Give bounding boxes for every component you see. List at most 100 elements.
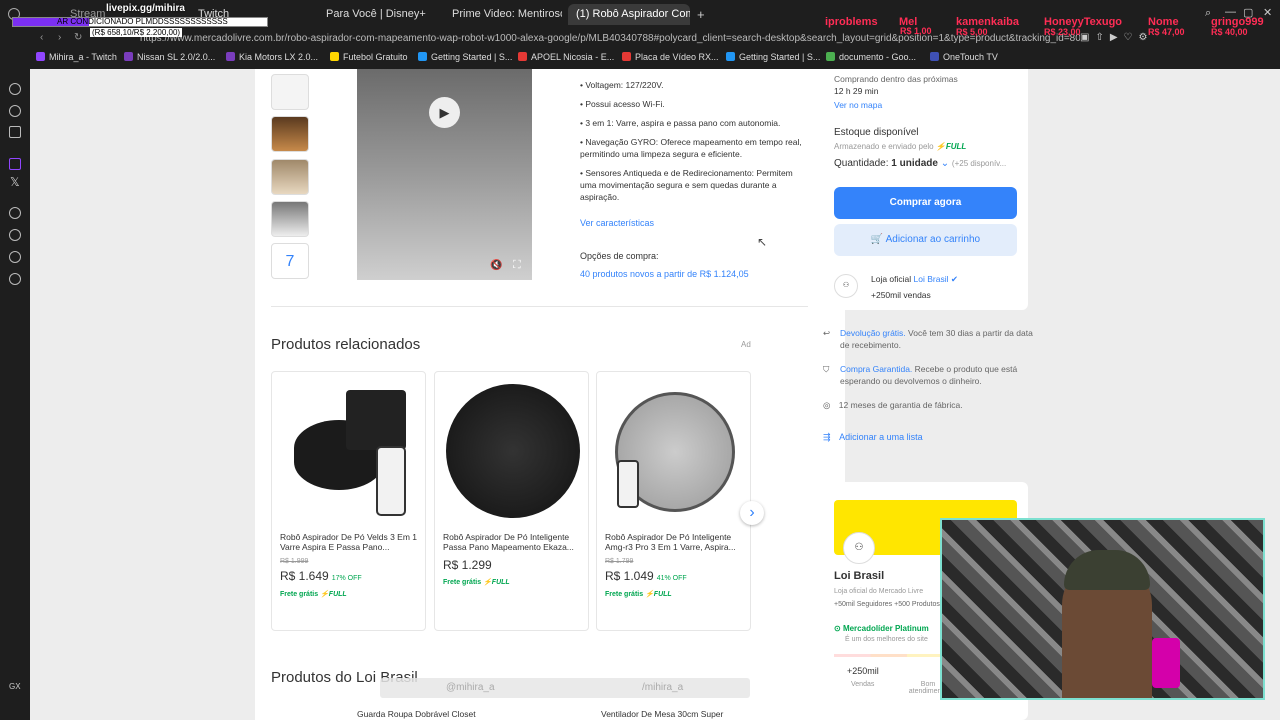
- price: R$ 1.649 17% OFF: [280, 569, 362, 583]
- store-sales: +250mil vendas: [871, 290, 931, 300]
- product-title[interactable]: Robô Aspirador De Pó Inteligente Passa P…: [443, 532, 583, 552]
- bookmark-item[interactable]: OneTouch TV: [930, 52, 998, 62]
- handle-instagram: @mihira_a: [446, 682, 495, 693]
- buy-options-label: Opções de compra:: [580, 251, 659, 261]
- carousel-next-icon[interactable]: ›: [740, 501, 764, 525]
- feature-item: • Possui acesso Wi-Fi.: [580, 99, 665, 109]
- bookmark-item[interactable]: Getting Started | S...: [726, 52, 820, 62]
- leader-badge: ⊙ Mercadolíder Platinum: [834, 624, 929, 633]
- donor: gringo999 R$ 40,00: [1211, 16, 1264, 37]
- feature-item: • Sensores Antiqueda e de Redirecionamen…: [580, 168, 793, 202]
- buy-now-button[interactable]: Comprar agora: [834, 187, 1017, 219]
- donation-overlay: livepix.gg/mihira AR CONDICIONADO PLMDDS…: [12, 3, 268, 38]
- returns-link[interactable]: Devolução grátis.: [840, 328, 906, 338]
- donor: Mel: [899, 16, 918, 28]
- leader-desc: É um dos melhores do site: [845, 636, 928, 643]
- settings-icon[interactable]: [9, 273, 21, 285]
- donor: HoneyyTexugo R$ 23,00: [1044, 16, 1123, 37]
- microphone: [1152, 638, 1180, 688]
- thumbnail[interactable]: [271, 201, 309, 237]
- sidebar-icon[interactable]: [9, 83, 21, 95]
- feature-item: • Voltagem: 127/220V.: [580, 80, 664, 90]
- bookmark-item[interactable]: APOEL Nicosia - E...: [518, 52, 614, 62]
- price: R$ 1.049 41% OFF: [605, 569, 687, 583]
- store-logo: ⚇: [843, 532, 875, 564]
- shipping: Frete grátis ⚡FULL: [443, 579, 510, 586]
- thumbnail[interactable]: [271, 74, 309, 110]
- thumbnail[interactable]: [271, 159, 309, 195]
- donor-ranking: iproblems R$ 1,00 Mel kamenkaiba R$ 5,00 H…: [825, 16, 1275, 48]
- add-cart-button[interactable]: 🛒 Adicionar ao carrinho: [834, 224, 1017, 256]
- mute-icon[interactable]: 🔇: [490, 260, 502, 271]
- store-product-item[interactable]: Guarda Roupa Dobrável Closet: [271, 705, 511, 720]
- return-icon: ↩: [823, 328, 831, 338]
- ad-label: Ad: [741, 340, 751, 349]
- bookmarks-bar: Mihira_a - Twitch Nissan SL 2.0/2.0... K…: [0, 49, 1280, 69]
- bookmark-item[interactable]: Getting Started | S...: [418, 52, 512, 62]
- sidebar-icon[interactable]: [9, 251, 21, 263]
- product-card[interactable]: Robô Aspirador De Pó Velds 3 Em 1 Varre …: [271, 371, 426, 631]
- old-price: R$ 1.799: [605, 558, 634, 565]
- donor: Nome R$ 47,00: [1148, 16, 1185, 37]
- bookmark-item[interactable]: Nissan SL 2.0/2.0...: [124, 52, 215, 62]
- see-features-link[interactable]: Ver características: [580, 218, 654, 228]
- webcam-overlay: [940, 518, 1265, 700]
- mouse-cursor-icon: ↖: [757, 235, 768, 249]
- tab-prime-video[interactable]: Prime Video: Mentirosos: [444, 4, 562, 25]
- arrive-text: Comprando dentro das próximas: [834, 74, 958, 84]
- guarantee-returns: ↩ Devolução grátis. Você tem 30 dias a p…: [823, 328, 1033, 350]
- product-card[interactable]: Robô Aspirador De Pó Inteligente Passa P…: [434, 371, 589, 631]
- livepix-link: livepix.gg/mihira: [106, 3, 185, 14]
- handle-youtube: /mihira_a: [642, 682, 684, 693]
- product-title[interactable]: Robô Aspirador De Pó Inteligente Amg-r3 …: [605, 532, 745, 552]
- verified-icon: ✔: [950, 274, 959, 284]
- thumbnail[interactable]: [271, 116, 309, 152]
- twitch-icon[interactable]: [9, 158, 21, 170]
- donor: kamenkaiba R$ 5,00: [956, 16, 1019, 37]
- bookmark-item[interactable]: Kia Motors LX 2.0...: [226, 52, 318, 62]
- product-card[interactable]: Robô Aspirador De Pó Inteligente Amg-r3 …: [596, 371, 751, 631]
- product-image: [280, 380, 418, 520]
- bookmark-item[interactable]: documento - Goo...: [826, 52, 916, 62]
- fullscreen-icon[interactable]: ⛶: [513, 259, 521, 272]
- history-icon[interactable]: [9, 229, 21, 241]
- sidebar-icon[interactable]: [9, 126, 21, 138]
- product-image: [605, 380, 743, 520]
- bookmark-item[interactable]: Placa de Vídeo RX...: [622, 52, 719, 62]
- shield-icon: ⛉: [823, 364, 830, 374]
- quantity-selector[interactable]: Quantidade: 1 unidade ⌄ (+25 disponív...: [834, 158, 1006, 169]
- sidebar-icon[interactable]: [9, 207, 21, 219]
- store-sales-label: Vendas: [851, 681, 875, 688]
- medal-icon: ◎: [823, 400, 831, 410]
- bookmark-item[interactable]: Mihira_a - Twitch: [36, 52, 117, 62]
- add-list-link[interactable]: ⇶ Adicionar a uma lista: [823, 432, 923, 443]
- shipping: Frete grátis ⚡FULL: [605, 591, 672, 598]
- stock-title: Estoque disponível: [834, 127, 919, 138]
- tab-disney[interactable]: Para Você | Disney+: [318, 4, 436, 25]
- store-sales-count: +250mil: [847, 666, 879, 676]
- store-official[interactable]: Loja oficial Loi Brasil ✔: [871, 274, 958, 285]
- guarantee-purchase: ⛉ Compra Garantida. Recebe o produto que…: [823, 364, 1018, 386]
- product-video[interactable]: ▶ 🔇 ⛶: [357, 69, 532, 280]
- store-logo: ⚇: [834, 274, 858, 298]
- price: R$ 1.299: [443, 558, 492, 572]
- feature-list: • Voltagem: 127/220V. • Possui acesso Wi…: [580, 79, 805, 203]
- product-title[interactable]: Robô Aspirador De Pó Velds 3 Em 1 Varre …: [280, 532, 420, 552]
- sidebar-icon[interactable]: [9, 105, 21, 117]
- tab-mercadolivre[interactable]: (1) Robô Aspirador Com M: [568, 4, 690, 25]
- store-product-item[interactable]: Ventilador De Mesa 30cm Super: [515, 705, 750, 720]
- old-price: R$ 1.999: [280, 558, 309, 565]
- new-tab-icon[interactable]: +: [697, 7, 705, 22]
- thumbnail-more[interactable]: 7: [271, 243, 309, 279]
- gx-icon[interactable]: GX: [9, 682, 21, 691]
- play-icon[interactable]: ▶: [429, 97, 460, 128]
- store-name: Loi Brasil: [834, 570, 885, 582]
- buy-options-link[interactable]: 40 produtos novos a partir de R$ 1.124,0…: [580, 269, 749, 279]
- store-desc: Loja oficial do Mercado Livre: [834, 588, 924, 595]
- guarantee-link[interactable]: Compra Garantida.: [840, 364, 912, 374]
- map-link[interactable]: Ver no mapa: [834, 100, 882, 110]
- cart-icon: 🛒: [870, 234, 884, 245]
- guarantee-warranty: ◎ 12 meses de garantia de fábrica.: [823, 400, 963, 410]
- bookmark-item[interactable]: Futebol Gratuito: [330, 52, 408, 62]
- x-icon[interactable]: 𝕏: [10, 175, 20, 189]
